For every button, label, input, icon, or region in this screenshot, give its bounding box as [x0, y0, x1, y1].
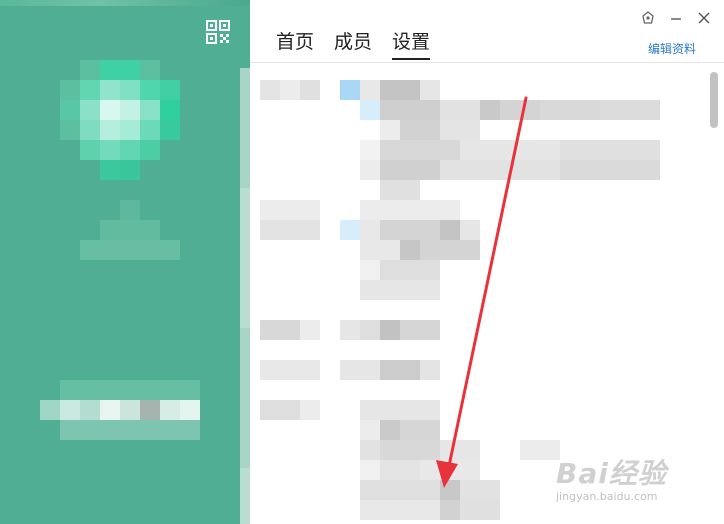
signature-obscured [40, 380, 200, 440]
watermark-url: jingyan.baidu.com [556, 490, 658, 503]
main-area: 首页 成员 设置 编辑资料 [250, 0, 724, 524]
scroll-thumb[interactable] [710, 72, 718, 128]
close-icon[interactable] [696, 10, 712, 26]
edit-profile-link[interactable]: 编辑资料 [648, 40, 696, 57]
watermark-brand: Bai经验 [556, 457, 667, 490]
tab-members[interactable]: 成员 [334, 30, 372, 60]
panel-top-strip [0, 0, 250, 6]
avatar[interactable] [60, 60, 180, 180]
baidu-jingyan-watermark: Bai经验 jingyan.baidu.com [556, 452, 716, 518]
tab-settings[interactable]: 设置 [392, 30, 431, 60]
tab-home[interactable]: 首页 [276, 30, 314, 60]
nickname-obscured [80, 200, 180, 260]
minimize-icon[interactable] [668, 10, 684, 26]
profile-panel [0, 0, 250, 524]
qr-code-icon[interactable] [206, 20, 230, 44]
scrollbar[interactable] [710, 72, 718, 512]
skin-icon[interactable] [640, 10, 656, 26]
window-controls [640, 10, 712, 26]
tab-rule [250, 62, 724, 63]
tab-bar: 首页 成员 设置 [276, 30, 431, 60]
